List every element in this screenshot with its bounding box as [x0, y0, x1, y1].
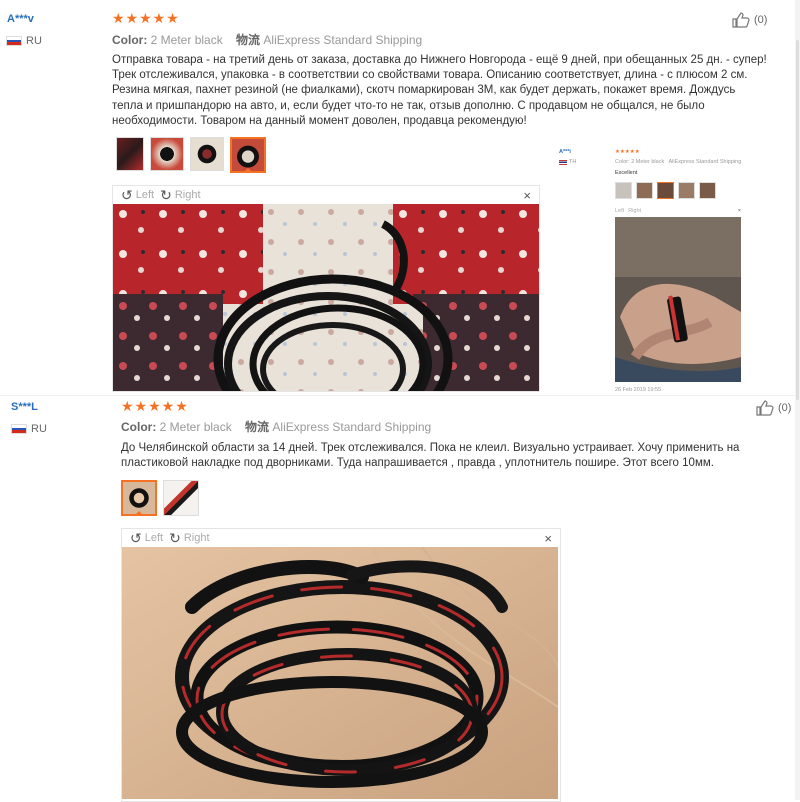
embedded-review-text: Excellent: [615, 170, 638, 176]
close-button[interactable]: ×: [544, 531, 552, 546]
close-button[interactable]: ×: [523, 188, 531, 203]
helpful-button[interactable]: (0): [756, 400, 791, 416]
photo-thumbnail[interactable]: [116, 137, 144, 171]
page-scrollbar[interactable]: [795, 0, 800, 800]
rotate-right-button[interactable]: ↻ Right: [160, 187, 200, 204]
review-meta: Color: 2 Meter black 物流 AliExpress Stand…: [112, 31, 422, 48]
embedded-viewer-toolbar: Left Right ×: [615, 208, 741, 214]
photo-thumbnail-selected[interactable]: [121, 480, 157, 516]
embedded-close-icon: ×: [737, 208, 741, 214]
photo-thumbnails: [121, 480, 199, 516]
helpful-count: (0): [754, 14, 768, 26]
photo-viewer: ↺ Left ↻ Right ×: [112, 185, 540, 392]
reviewer-country: RU: [6, 35, 42, 47]
embedded-thumbnail: [636, 182, 653, 199]
review-meta: Color: 2 Meter black 物流 AliExpress Stand…: [121, 418, 431, 435]
rotate-left-icon: ↺: [130, 529, 142, 546]
review-divider: [0, 395, 795, 396]
rotate-right-label: Right: [174, 189, 201, 201]
rotate-right-icon: ↻: [169, 529, 181, 546]
shipping-value: AliExpress Standard Shipping: [272, 420, 432, 434]
embedded-reviewer-name: A***i: [559, 149, 571, 155]
russia-flag-icon: [11, 424, 27, 434]
embedded-country-code: TH: [569, 159, 577, 165]
color-label: Color:: [121, 420, 157, 434]
country-code: RU: [26, 35, 42, 47]
embedded-thumbnail: [615, 182, 632, 199]
embedded-thumbnail: [657, 182, 674, 199]
reviewer-country: RU: [11, 423, 47, 435]
rotate-right-label: Right: [183, 532, 210, 544]
russia-flag-icon: [6, 36, 22, 46]
photo-thumbnail[interactable]: [190, 137, 224, 171]
photo-viewer-toolbar: ↺ Left ↻ Right ×: [122, 529, 560, 547]
photo-thumbnail-selected[interactable]: [230, 137, 266, 173]
embedded-review-snapshot: A***i TH ★★★★★ Color: 2 Meter black AliE…: [555, 145, 775, 400]
review-photo: [113, 204, 539, 391]
reviewer-name: A***v: [7, 13, 34, 25]
review-photo: [122, 547, 558, 799]
embedded-color-line: Color: 2 Meter black: [615, 159, 665, 165]
rotate-left-label: Left: [135, 189, 155, 201]
rotate-right-button[interactable]: ↻ Right: [169, 530, 209, 547]
rotate-left-label: Left: [144, 532, 164, 544]
country-code: RU: [31, 423, 47, 435]
photo-thumbnail[interactable]: [150, 137, 184, 171]
thumbs-up-icon: [732, 12, 750, 28]
color-label: Color:: [112, 33, 148, 47]
review-text: Отправка товара - на третий день от зака…: [112, 54, 767, 127]
embedded-star-rating: ★★★★★: [615, 149, 640, 155]
rotate-left-icon: ↺: [121, 186, 133, 203]
embedded-date: 26 Feb 2019 19:55: [615, 387, 662, 393]
star-rating: ★★★★★: [121, 398, 189, 414]
reviewer-name: S***L: [11, 401, 38, 413]
embedded-country: TH: [559, 159, 576, 165]
embedded-rotate-left: Left: [615, 208, 625, 214]
rotate-left-button[interactable]: ↺ Left: [121, 187, 154, 204]
thumbs-up-icon: [756, 400, 774, 416]
helpful-count: (0): [778, 402, 792, 414]
embedded-rotate-right: Right: [628, 208, 642, 214]
shipping-value: AliExpress Standard Shipping: [263, 33, 423, 47]
rotate-left-button[interactable]: ↺ Left: [130, 530, 163, 547]
photo-viewer: ↺ Left ↻ Right ×: [121, 528, 561, 802]
embedded-meta: Color: 2 Meter black AliExpress Standard…: [615, 159, 741, 165]
shipping-label: 物流: [245, 420, 270, 434]
photo-viewer-toolbar: ↺ Left ↻ Right ×: [113, 186, 539, 204]
star-rating: ★★★★★: [112, 10, 180, 26]
color-value: 2 Meter black: [150, 33, 223, 47]
color-value: 2 Meter black: [159, 420, 232, 434]
helpful-button[interactable]: (0): [732, 12, 767, 28]
embedded-photo: [615, 217, 741, 382]
review-text: До Челябинской области за 14 дней. Трек …: [121, 442, 740, 470]
rotate-right-icon: ↻: [160, 186, 172, 203]
embedded-thumbnails: [615, 182, 716, 199]
photo-thumbnails: [116, 137, 266, 173]
shipping-label: 物流: [236, 33, 261, 47]
thailand-flag-icon: [559, 159, 567, 165]
embedded-shipping: AliExpress Standard Shipping: [668, 159, 742, 165]
embedded-thumbnail: [678, 182, 695, 199]
embedded-thumbnail: [699, 182, 716, 199]
photo-thumbnail[interactable]: [163, 480, 199, 516]
